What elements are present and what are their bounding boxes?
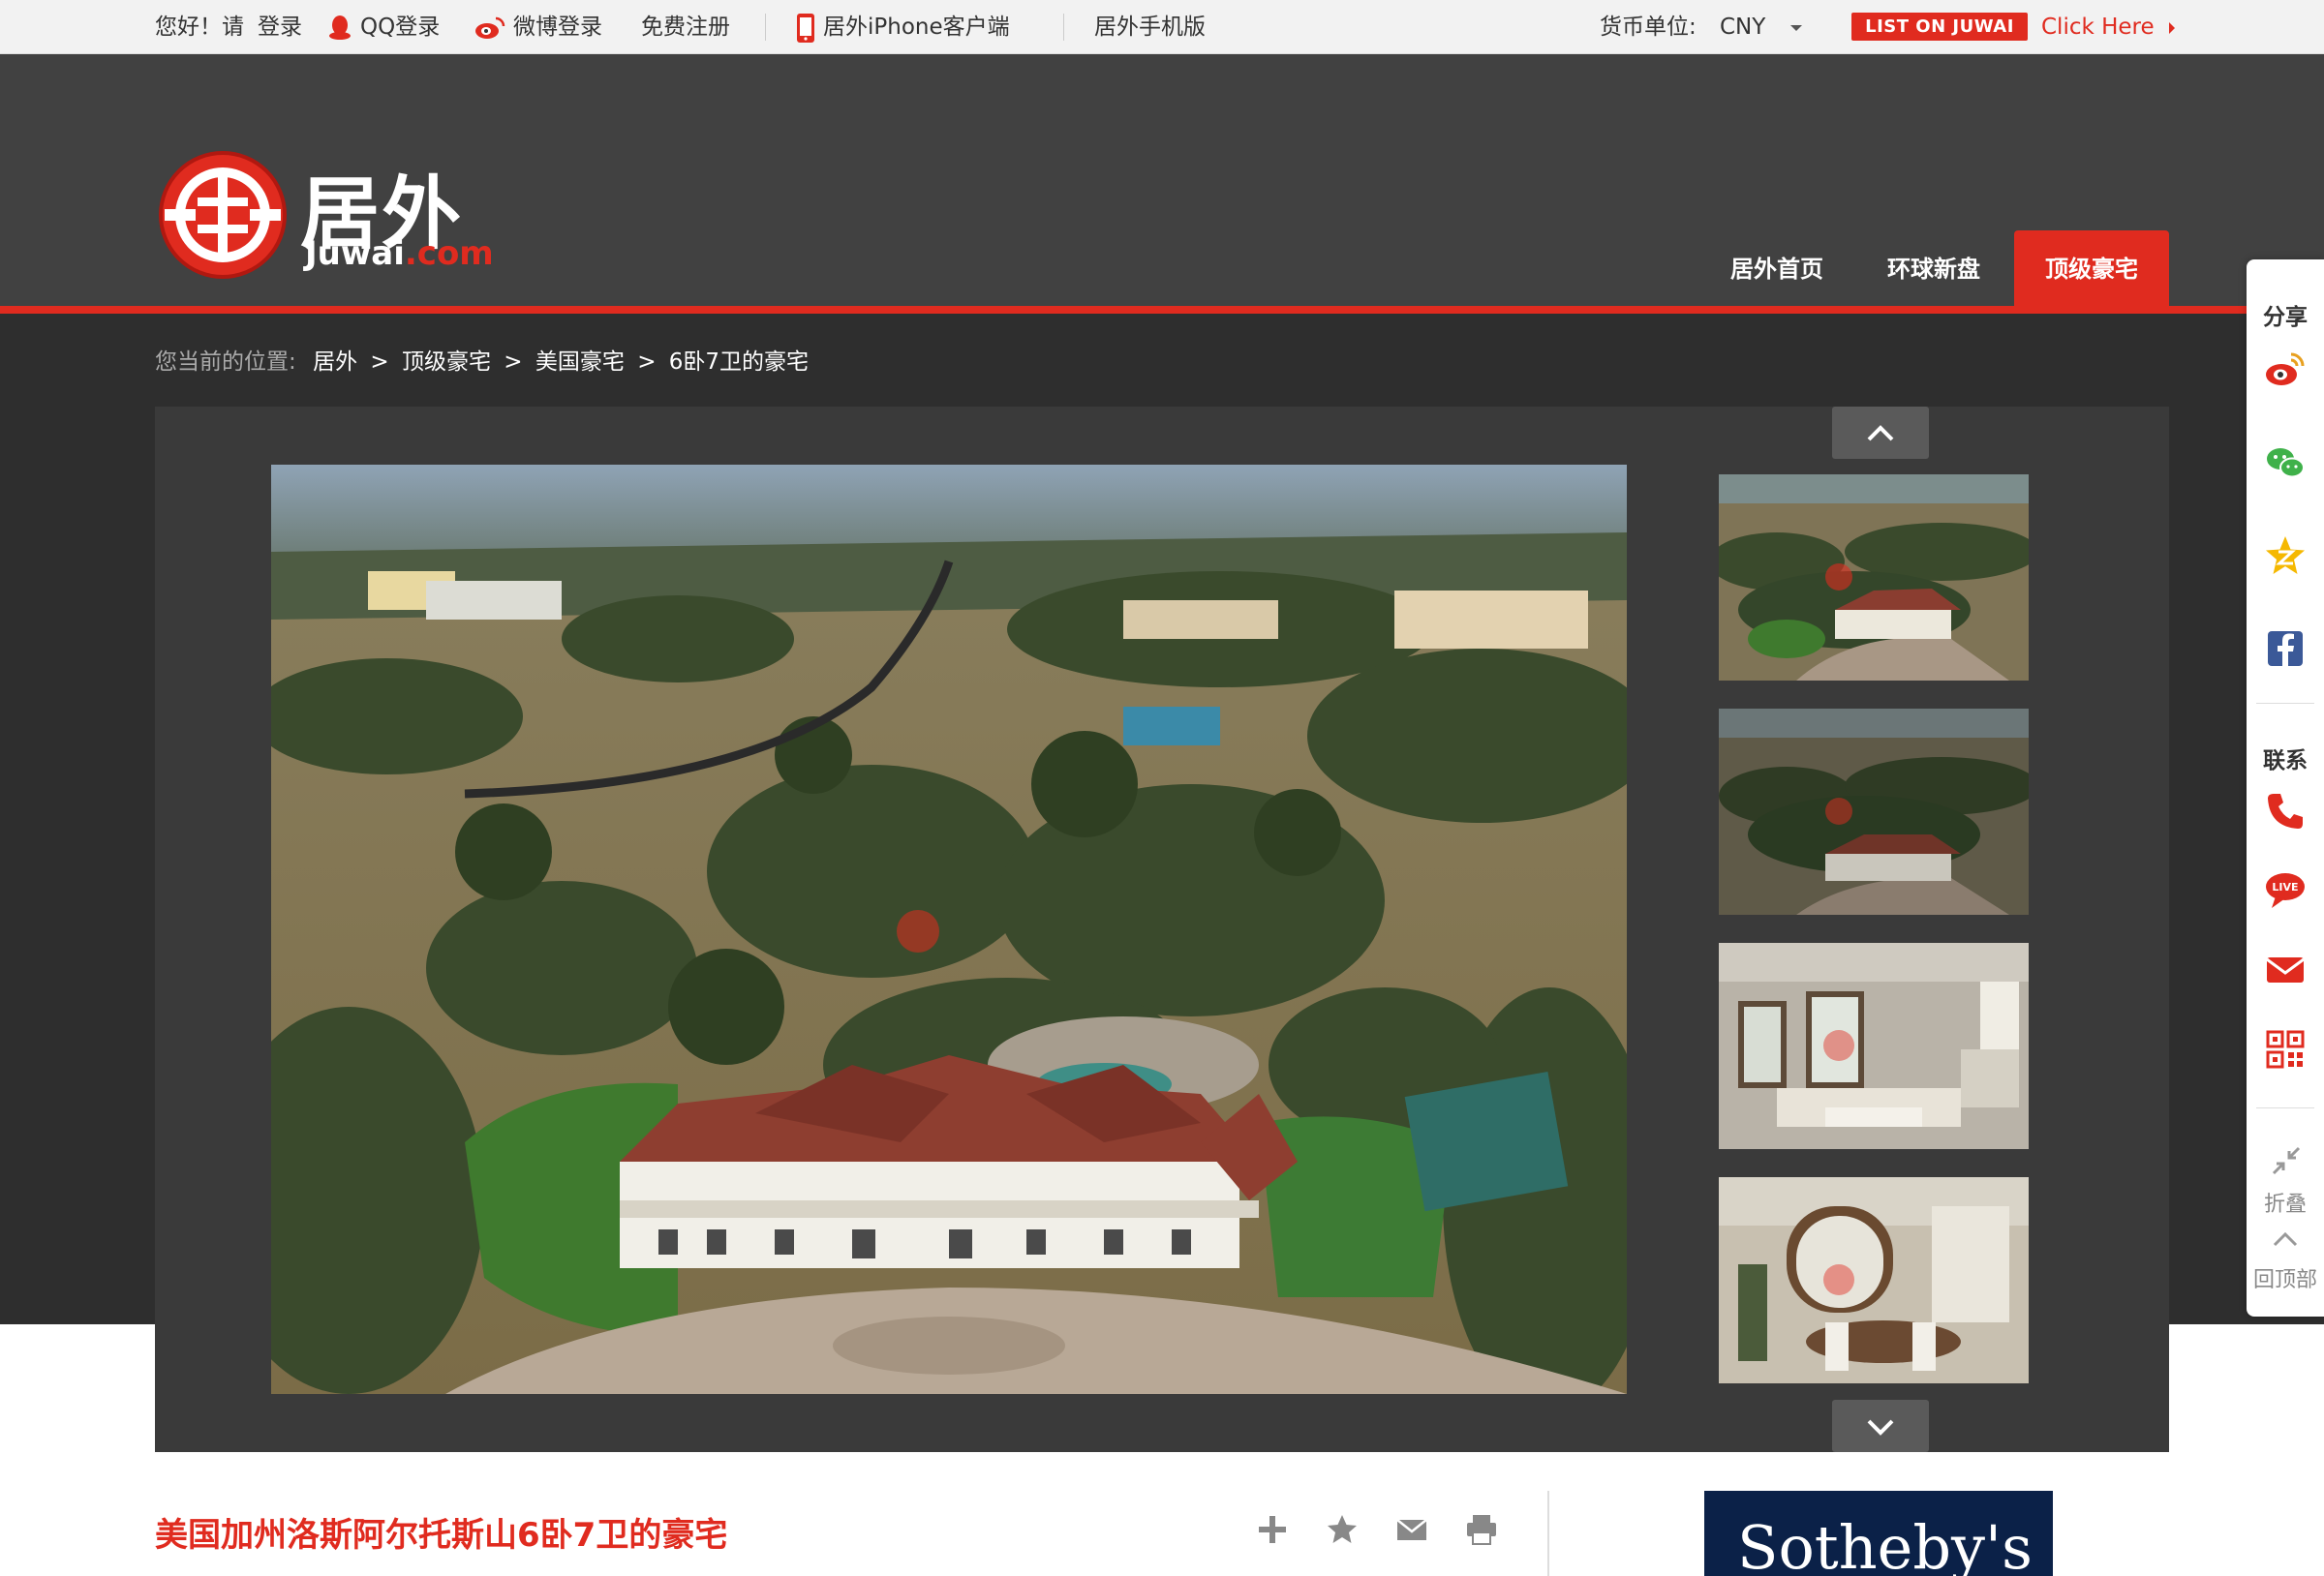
breadcrumb-item-us-luxury[interactable]: 美国豪宅 [535,349,625,375]
weibo-login-link[interactable]: 微博登录 [474,0,602,54]
thumbnail-2[interactable] [1719,709,2029,915]
share-sidebar: 分享 联系 LIVE 折叠 回顶部 [2247,259,2324,1317]
click-here-link[interactable]: Click Here [2041,0,2177,54]
mail-icon[interactable] [1394,1512,1429,1547]
breadcrumb-separator: > [504,349,523,375]
nav-luxury-homes[interactable]: 顶级豪宅 [2014,230,2169,306]
breadcrumb-prefix: 您当前的位置: [155,349,296,375]
svg-text:LIVE: LIVE [2272,881,2298,894]
breadcrumb-item-luxury[interactable]: 顶级豪宅 [402,349,491,375]
aerial-thumbnail-image [1719,474,2029,681]
dining-room-thumbnail-image [1719,1177,2029,1383]
aerial-thumbnail-image [1719,709,2029,915]
sharebar-divider [2256,1107,2314,1108]
sharebar-divider [2256,703,2314,704]
ad-logo-text: Sotheby's [1737,1512,2033,1576]
phone-call-icon[interactable] [2264,790,2307,833]
juwai-logo[interactable]: 居外 Juwai.com [155,147,494,283]
breadcrumb-item-current: 6卧7卫的豪宅 [668,349,810,375]
currency-label: 货币单位: [1600,15,1697,40]
chevron-up-icon[interactable] [2272,1229,2299,1249]
chevron-up-icon [1867,425,1894,441]
contact-label: 联系 [2263,748,2308,773]
weibo-share-icon[interactable] [2264,349,2307,391]
nav-home[interactable]: 居外首页 [1704,230,1850,306]
header-accent-line [0,306,2247,314]
logo-mark [159,151,287,279]
qq-login-link[interactable]: QQ登录 [327,0,440,54]
collapse-label[interactable]: 折叠 [2247,1187,2324,1218]
thumbnail-1[interactable] [1719,474,2029,681]
thumbnail-3[interactable] [1719,943,2029,1149]
greeting-text: 您好！请 [155,15,244,40]
breadcrumb-item-juwai[interactable]: 居外 [313,349,357,375]
sothebys-ad-banner[interactable]: Sotheby's [1704,1491,2053,1576]
title-divider [1547,1491,1549,1576]
topbar-divider [765,14,766,41]
thumbnails-scroll-up-button[interactable] [1832,407,1929,459]
qzone-share-icon[interactable] [2264,534,2307,577]
weibo-icon [475,16,505,39]
main-property-photo[interactable] [271,465,1627,1394]
add-icon[interactable] [1255,1512,1290,1547]
wechat-share-icon[interactable] [2264,441,2307,484]
qq-icon [329,15,351,40]
iphone-client-link[interactable]: 居外iPhone客户端 [796,0,1010,54]
breadcrumb-separator: > [637,349,657,375]
currency-select[interactable]: CNY [1720,0,1804,54]
share-label: 分享 [2263,305,2308,330]
back-to-top-label[interactable]: 回顶部 [2247,1262,2324,1293]
thumbnails-scroll-down-button[interactable] [1832,1400,1929,1452]
collapse-icon[interactable] [2270,1144,2303,1177]
top-utility-bar: 您好！请 登录 QQ登录 微博登录 免费注册 居外iPhone客户端 居外手机版… [0,0,2324,54]
topbar-divider [1063,14,1064,41]
star-icon[interactable] [1325,1512,1360,1547]
facebook-share-icon[interactable] [2264,627,2307,670]
register-link[interactable]: 免费注册 [641,0,730,54]
live-chat-icon[interactable]: LIVE [2264,869,2307,912]
phone-icon [797,13,814,43]
caret-right-icon [2168,21,2175,34]
thumbnail-4[interactable] [1719,1177,2029,1383]
nav-global-new-homes[interactable]: 环球新盘 [1861,230,2006,306]
email-icon[interactable] [2264,949,2307,991]
breadcrumb-separator: > [370,349,389,375]
aerial-photo-image [271,465,1627,1394]
login-link[interactable]: 登录 [258,0,302,54]
mobile-site-link[interactable]: 居外手机版 [1094,0,1206,54]
logo-text-english: Juwai.com [305,234,494,273]
chevron-down-icon [1789,24,1802,31]
chevron-down-icon [1867,1419,1894,1436]
qr-code-icon[interactable] [2264,1028,2307,1071]
breadcrumb: 您当前的位置: 居外 > 顶级豪宅 > 美国豪宅 > 6卧7卫的豪宅 [155,339,809,385]
print-icon[interactable] [1464,1512,1499,1547]
property-title: 美国加州洛斯阿尔托斯山6卧7卫的豪宅 [155,1516,728,1555]
list-on-juwai-button[interactable]: LIST ON JUWAI [1851,13,2028,41]
living-room-thumbnail-image [1719,943,2029,1149]
